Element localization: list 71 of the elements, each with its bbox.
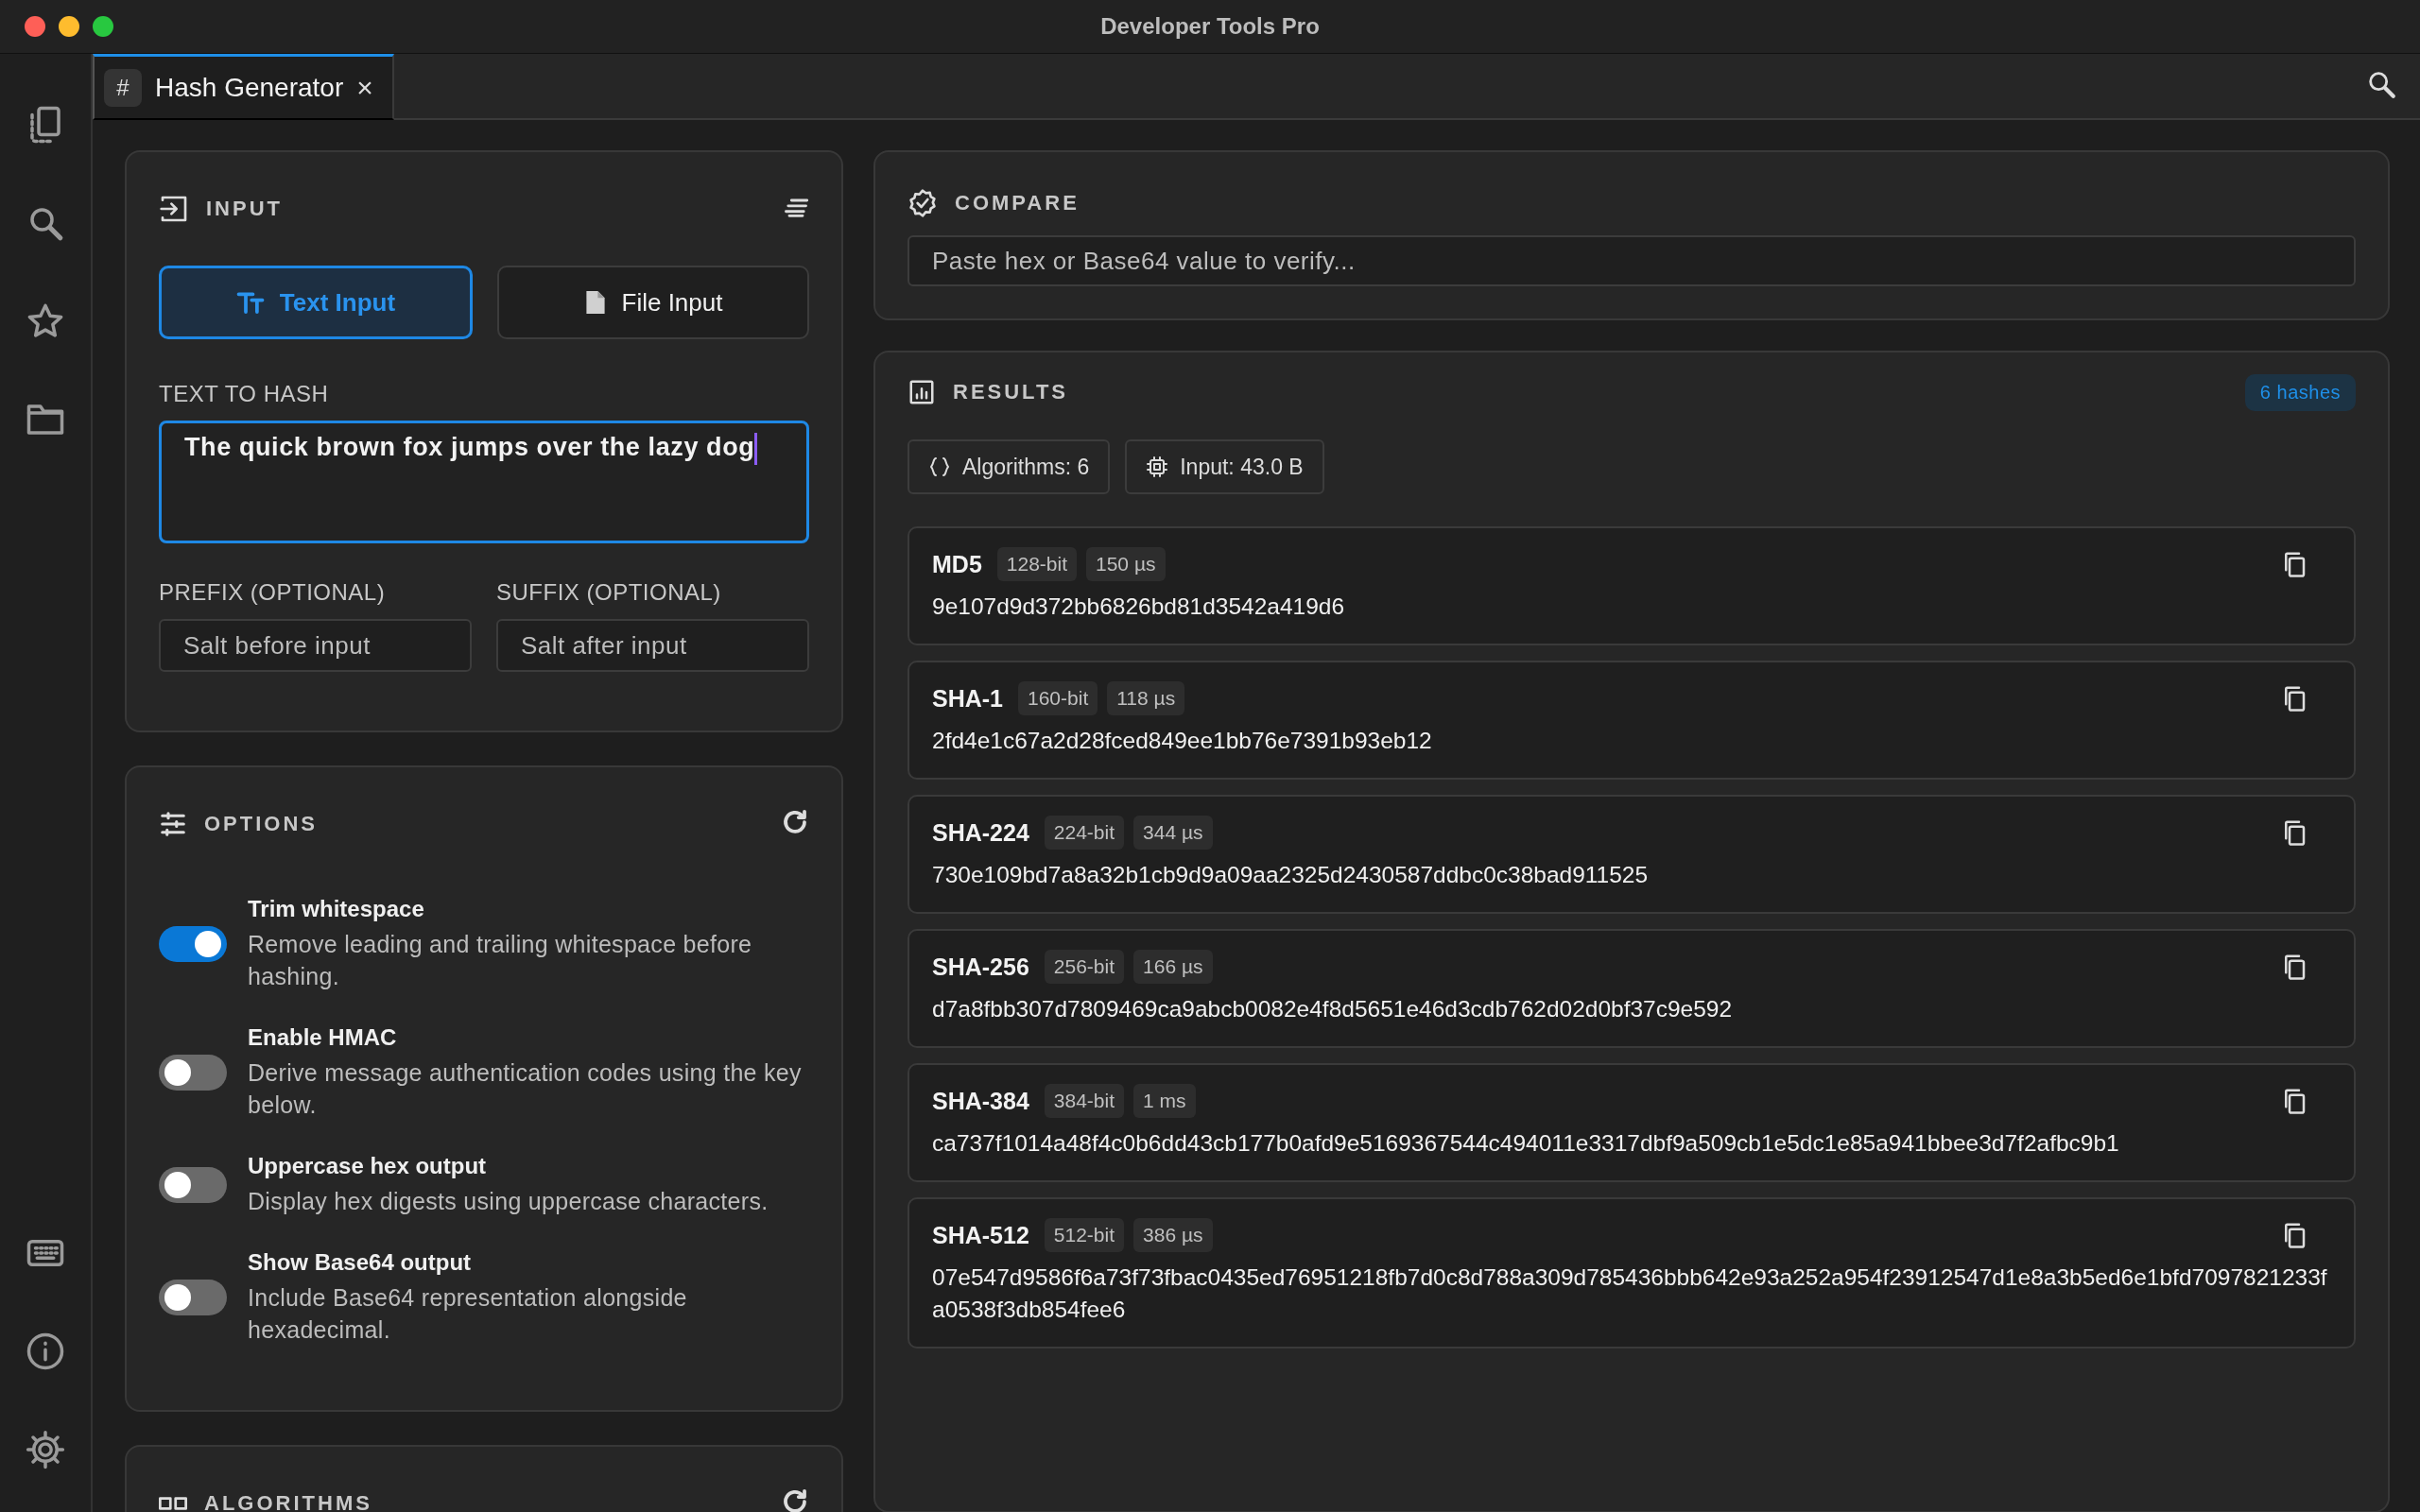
toggle-switch[interactable] — [159, 1055, 227, 1091]
panel-title: OPTIONS — [204, 812, 318, 836]
panel-title: COMPARE — [955, 191, 1080, 215]
panel-title: INPUT — [206, 197, 283, 221]
braces-icon — [928, 455, 951, 478]
compare-field[interactable]: Paste hex or Base64 value to verify... — [908, 235, 2356, 286]
panel-title: ALGORITHMS — [204, 1491, 372, 1512]
time-tag: 150 µs — [1086, 547, 1166, 581]
text-field[interactable]: The quick brown fox jumps over the lazy dog — [159, 421, 809, 543]
stat-chip: Algorithms: 6 — [908, 439, 1111, 494]
toggle-switch[interactable] — [159, 926, 227, 962]
hash-value: 07e547d9586f6a73f73fbac0435ed76951218fb7d0c8d788a309d785436bbb642e93a252a954f23912547d1e8a3b5ed6e1bfd7097821233fa0538f3db854fee6 — [932, 1263, 2328, 1324]
window-title: Developer Tools Pro — [1100, 13, 1320, 40]
hash-value: 9e107d9d372bb6826bd81d3542a419d6 — [932, 593, 1346, 621]
field-label: TEXT TO HASH — [159, 381, 330, 407]
time-tag: 344 µs — [1133, 816, 1213, 850]
hash-value: d7a8fbb307d7809469ca9abcb0082e4f8d5651e46d3cdb762d02d0bf37c9e592 — [932, 995, 1734, 1023]
zoom-window-button[interactable] — [93, 16, 113, 37]
hash-icon: # — [104, 68, 142, 107]
stat-chip: Input: 43.0 B — [1125, 439, 1324, 494]
option-description: Derive message authentication codes using the key below. — [248, 1058, 803, 1120]
info-icon[interactable] — [26, 1332, 65, 1371]
bits-tag: 384-bit — [1044, 1084, 1125, 1118]
count-badge: 6 hashes — [2244, 373, 2356, 411]
input-field[interactable]: Salt before input — [159, 619, 472, 672]
hash-value: 730e109bd7a8a32b1cb9d9a09aa2325d2430587ddbc0c38bad911525 — [932, 861, 1650, 889]
algorithm-name: SHA-512 — [932, 1221, 1029, 1249]
mode-button[interactable]: File Input — [497, 266, 809, 339]
refresh-icon[interactable] — [781, 1487, 809, 1512]
refresh-icon[interactable] — [781, 808, 809, 836]
settings-icon[interactable] — [26, 1430, 65, 1469]
tab[interactable]: # Hash Generator × — [93, 54, 394, 120]
option-description: Include Base64 representation alongside hexadecimal. — [248, 1283, 688, 1345]
bits-tag: 512-bit — [1044, 1218, 1125, 1252]
toggle-switch[interactable] — [159, 1280, 227, 1315]
bits-tag: 128-bit — [996, 547, 1077, 581]
mode-button[interactable]: Text Input — [159, 266, 473, 339]
close-window-button[interactable] — [25, 16, 45, 37]
time-tag: 118 µs — [1107, 681, 1185, 715]
hash-value: ca737f1014a48f4c0b6dd43cb177b0afd9e5169367544c494011e3317dbf9a509cb1e5dc1e85a941bbee3d7f2afbc9b1 — [932, 1129, 2120, 1158]
field-label: SUFFIX (OPTIONAL) — [496, 579, 722, 606]
algorithm-name: SHA-256 — [932, 953, 1029, 981]
verified-icon — [908, 188, 938, 218]
option-description: Display hex digests using uppercase characters. — [248, 1187, 769, 1216]
field-label: PREFIX (OPTIONAL) — [159, 579, 387, 606]
algorithm-name: SHA-224 — [932, 818, 1029, 847]
algorithm-name: MD5 — [932, 550, 982, 578]
input-icon — [159, 194, 189, 224]
close-icon[interactable]: × — [356, 71, 373, 104]
bits-tag: 160-bit — [1018, 681, 1098, 715]
option-title: Show Base64 output — [248, 1249, 473, 1276]
input-field[interactable]: Salt after input — [496, 619, 809, 672]
file-icon — [583, 288, 607, 317]
bits-tag: 224-bit — [1044, 816, 1125, 850]
algorithm-name: SHA-384 — [932, 1087, 1029, 1115]
time-tag: 386 µs — [1133, 1218, 1213, 1252]
chip-icon — [1146, 455, 1169, 478]
option-description: Remove leading and trailing whitespace before hashing. — [248, 930, 753, 991]
panel-title: RESULTS — [953, 380, 1069, 404]
time-tag: 1 ms — [1133, 1084, 1196, 1118]
chart-icon — [908, 378, 936, 406]
hash-value: 2fd4e1c67a2d28fced849ee1bb76e7391b93eb12 — [932, 727, 1433, 755]
toggle-switch[interactable] — [159, 1167, 227, 1203]
algorithm-name: SHA-1 — [932, 684, 1003, 713]
option-title: Uppercase hex output — [248, 1153, 488, 1179]
bits-tag: 256-bit — [1044, 950, 1125, 984]
option-title: Trim whitespace — [248, 896, 425, 922]
option-title: Enable HMAC — [248, 1024, 398, 1051]
sliders-icon — [159, 810, 187, 838]
minimize-window-button[interactable] — [59, 16, 79, 37]
time-tag: 166 µs — [1133, 950, 1213, 984]
